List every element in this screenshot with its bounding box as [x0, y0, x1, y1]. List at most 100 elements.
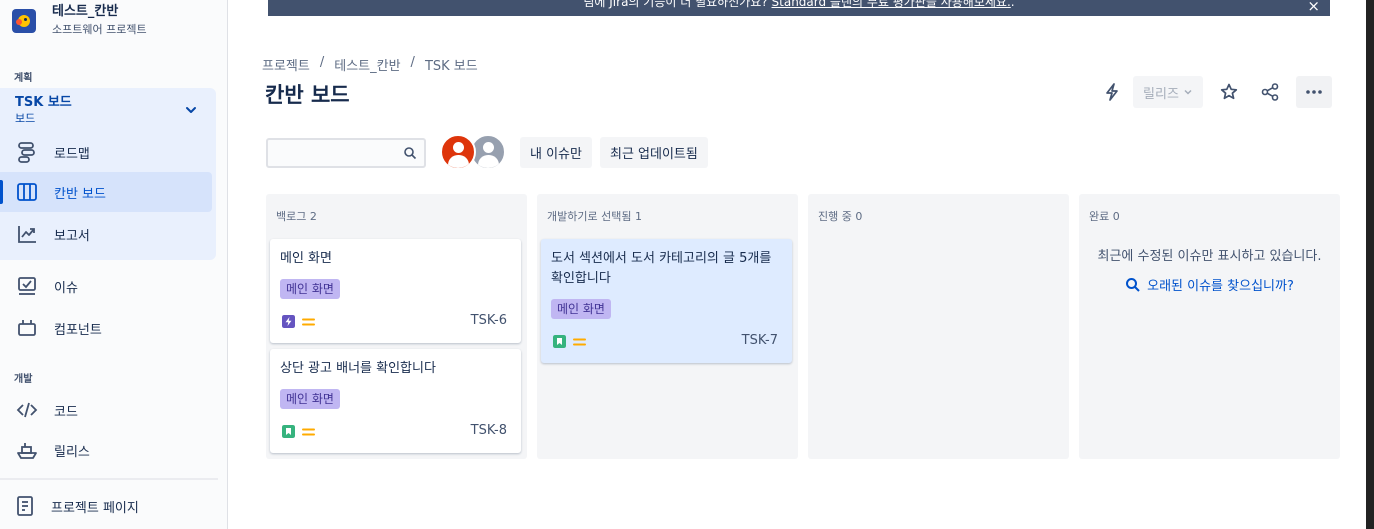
sidebar-item-label: 보고서 — [54, 228, 90, 244]
find-old-issues-label: 오래된 이슈를 찾으십니까? — [1147, 279, 1294, 294]
issue-card[interactable]: 상단 광고 배너를 확인합니다 메인 화면 TSK-8 — [270, 349, 521, 453]
project-name: 테스트_칸반 — [52, 4, 119, 19]
epic-label: 메인 화면 — [280, 279, 340, 299]
release-button[interactable]: 릴리즈 — [1133, 76, 1203, 108]
column-in-progress: 진행 중 0 — [808, 194, 1069, 459]
sidebar-item-code[interactable]: 코드 — [0, 390, 212, 430]
project-type: 소프트웨어 프로젝트 — [52, 23, 147, 36]
column-title: 진행 중 — [818, 210, 852, 223]
search-input[interactable] — [274, 144, 394, 162]
column-count: 1 — [634, 210, 642, 223]
column-title: 개발하기로 선택됨 — [547, 210, 632, 223]
banner-text-end: . — [1010, 0, 1015, 9]
active-indicator — [0, 180, 3, 204]
reports-icon — [18, 226, 36, 243]
roadmap-icon — [18, 142, 35, 163]
card-title: 상단 광고 배너를 확인합니다 — [280, 361, 436, 376]
issue-card[interactable]: 메인 화면 메인 화면 TSK-6 — [270, 239, 521, 343]
page-title: 칸반 보드 — [265, 83, 350, 107]
sidebar-item-reports[interactable]: 보고서 — [0, 214, 212, 254]
column-title: 백로그 — [276, 210, 307, 223]
priority-medium-icon — [573, 338, 586, 346]
window-edge — [1366, 0, 1374, 529]
more-icon — [1306, 90, 1322, 94]
column-backlog: 백로그 2 메인 화면 메인 화면 TSK-6 상단 광고 배너를 확인합니다 … — [266, 194, 527, 459]
priority-medium-icon — [302, 428, 315, 436]
banner-link[interactable]: Standard 플랜의 무료 평가판을 사용해보세요. — [772, 0, 1011, 9]
priority-medium-icon — [302, 318, 315, 326]
breadcrumb-project[interactable]: 테스트_칸반 — [334, 55, 400, 74]
sidebar-item-label: 로드맵 — [54, 146, 90, 162]
page-icon — [17, 496, 33, 516]
breadcrumb-board[interactable]: TSK 보드 — [425, 55, 478, 74]
issue-key[interactable]: TSK-7 — [742, 333, 778, 348]
section-label-dev: 개발 — [14, 374, 33, 385]
card-title: 도서 섹션에서 도서 카테고리의 글 5개를 확인합니다 — [551, 251, 772, 286]
more-button[interactable] — [1296, 76, 1332, 108]
sidebar-item-components[interactable]: 컴포넌트 — [0, 308, 212, 348]
epic-label: 메인 화면 — [551, 299, 611, 319]
promo-banner: 팀에 Jira의 기능이 더 필요하신가요? Standard 플랜의 무료 평… — [268, 0, 1330, 16]
sidebar-item-releases[interactable]: 릴리스 — [0, 430, 212, 470]
story-icon — [553, 335, 566, 348]
breadcrumb-separator: / — [410, 55, 415, 70]
board-selector[interactable]: TSK 보드 보드 — [15, 94, 72, 126]
share-icon — [1261, 83, 1279, 101]
search-icon — [1126, 277, 1140, 292]
card-title: 메인 화면 — [280, 251, 332, 266]
star-button[interactable] — [1213, 76, 1245, 108]
project-avatar-icon — [12, 9, 36, 33]
sidebar-item-roadmap[interactable]: 로드맵 — [0, 132, 212, 172]
column-done: 완료 0 최근에 수정된 이슈만 표시하고 있습니다. 오래된 이슈를 찾으십니… — [1079, 194, 1340, 459]
issue-card[interactable]: 도서 섹션에서 도서 카테고리의 글 5개를 확인합니다 메인 화면 TSK-7 — [541, 239, 792, 363]
sidebar-item-issues[interactable]: 이슈 — [0, 266, 212, 306]
done-column-message: 최근에 수정된 이슈만 표시하고 있습니다. — [1097, 249, 1322, 264]
sidebar-item-board[interactable]: 칸반 보드 — [0, 172, 212, 212]
find-old-issues-link[interactable]: 오래된 이슈를 찾으십니까? — [1079, 275, 1340, 294]
automation-button[interactable] — [1096, 76, 1128, 108]
board-icon — [17, 183, 37, 201]
sidebar-item-label: 릴리스 — [54, 444, 90, 460]
sidebar: 테스트_칸반 소프트웨어 프로젝트 계획 TSK 보드 보드 로드맵 칸반 보드 — [0, 0, 228, 529]
sidebar-divider — [0, 478, 218, 480]
breadcrumb: 프로젝트 / 테스트_칸반 / TSK 보드 — [262, 55, 478, 74]
banner-text: 팀에 Jira의 기능이 더 필요하신가요? — [583, 0, 768, 9]
close-icon[interactable]: × — [1307, 0, 1320, 15]
search-field[interactable] — [266, 138, 426, 168]
release-label: 릴리즈 — [1143, 86, 1179, 102]
epic-icon — [282, 315, 295, 328]
sidebar-item-label: 프로젝트 페이지 — [51, 500, 139, 516]
column-count: 0 — [1112, 210, 1120, 223]
column-count: 2 — [309, 210, 317, 223]
sidebar-item-project-page[interactable]: 프로젝트 페이지 — [0, 486, 212, 526]
star-icon — [1220, 83, 1238, 100]
issue-key[interactable]: TSK-8 — [471, 423, 507, 438]
sidebar-item-label: 컴포넌트 — [54, 322, 102, 338]
sidebar-item-label: 코드 — [54, 404, 78, 420]
avatar[interactable] — [440, 134, 476, 170]
section-label-plan: 계획 — [14, 73, 33, 84]
issues-icon — [18, 277, 36, 295]
column-selected-for-development: 개발하기로 선택됨 1 도서 섹션에서 도서 카테고리의 글 5개를 확인합니다… — [537, 194, 798, 459]
search-icon — [404, 147, 417, 160]
story-icon — [282, 425, 295, 438]
project-header[interactable]: 테스트_칸반 소프트웨어 프로젝트 — [12, 4, 147, 38]
column-count: 0 — [855, 210, 863, 223]
board-selector-sub: 보드 — [15, 112, 36, 125]
sidebar-item-label: 칸반 보드 — [54, 186, 106, 202]
column-title: 완료 — [1089, 210, 1110, 223]
lightning-icon — [1106, 83, 1118, 101]
breadcrumb-separator: / — [319, 55, 325, 70]
components-icon — [18, 320, 36, 336]
filter-recently-updated[interactable]: 최근 업데이트됨 — [600, 137, 708, 168]
issue-key[interactable]: TSK-6 — [471, 313, 507, 328]
chevron-down-icon — [1184, 89, 1192, 95]
epic-label: 메인 화면 — [280, 389, 340, 409]
share-button[interactable] — [1254, 76, 1286, 108]
ship-icon — [17, 443, 37, 459]
chevron-down-icon[interactable] — [184, 103, 198, 117]
breadcrumb-projects[interactable]: 프로젝트 — [262, 55, 310, 74]
code-icon — [16, 402, 38, 418]
sidebar-item-label: 이슈 — [54, 280, 78, 296]
filter-my-issues[interactable]: 내 이슈만 — [520, 137, 592, 168]
